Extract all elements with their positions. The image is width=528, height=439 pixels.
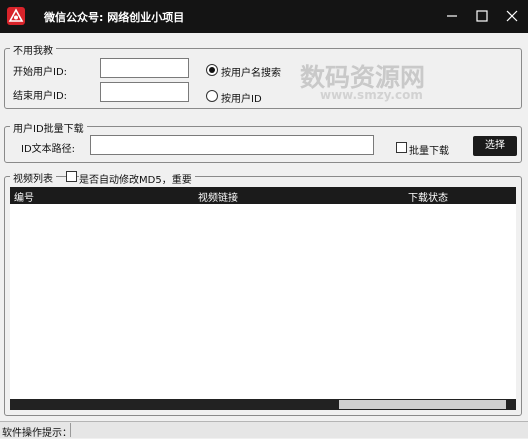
start-uid-input[interactable] — [100, 58, 189, 78]
close-button[interactable] — [497, 0, 527, 33]
end-uid-label: 结束用户ID: — [13, 91, 68, 102]
column-header-index[interactable]: 编号 — [14, 189, 34, 204]
video-table-body[interactable] — [10, 204, 516, 399]
video-table-header: 编号 视频链接 下载状态 — [10, 187, 516, 204]
auto-md5-checkbox[interactable] — [66, 171, 77, 182]
horizontal-scrollbar[interactable] — [10, 399, 516, 410]
maximize-button[interactable] — [467, 0, 497, 33]
watermark-url: www.smzy.com — [320, 88, 423, 102]
batch-download-legend: 用户ID批量下载 — [10, 120, 87, 135]
app-logo-icon — [7, 7, 25, 25]
search-by-name-label: 按用户名搜索 — [221, 68, 281, 79]
batch-download-checkbox[interactable] — [396, 142, 407, 153]
start-uid-label: 开始用户ID: — [13, 67, 68, 78]
choose-button[interactable]: 选择 — [473, 136, 517, 156]
status-bar: 软件操作提示： — [0, 421, 528, 439]
uid-range-legend: 不用我教 — [10, 42, 56, 57]
search-by-id-radio[interactable] — [206, 90, 218, 102]
id-path-input[interactable] — [90, 135, 374, 155]
close-icon — [506, 10, 518, 22]
status-divider — [70, 423, 71, 437]
video-list-legend: 视频列表 — [10, 170, 56, 185]
minimize-icon — [447, 15, 457, 17]
auto-md5-label: 是否自动修改MD5，重要 — [79, 171, 195, 186]
maximize-icon — [476, 10, 488, 22]
batch-download-label: 批量下载 — [409, 146, 449, 157]
minimize-button[interactable] — [437, 0, 467, 33]
search-by-id-label: 按用户ID — [221, 94, 262, 105]
window-title: 微信公众号: 网络创业小项目 — [44, 11, 185, 24]
end-uid-input[interactable] — [100, 82, 189, 102]
column-header-status[interactable]: 下载状态 — [408, 189, 448, 204]
column-header-link[interactable]: 视频链接 — [198, 189, 238, 204]
search-by-name-radio[interactable] — [206, 64, 218, 76]
scrollbar-thumb[interactable] — [339, 400, 506, 409]
legend-divider — [57, 176, 65, 177]
status-label: 软件操作提示： — [2, 428, 72, 439]
title-bar: 微信公众号: 网络创业小项目 — [0, 0, 528, 33]
id-path-label: ID文本路径: — [21, 144, 76, 155]
